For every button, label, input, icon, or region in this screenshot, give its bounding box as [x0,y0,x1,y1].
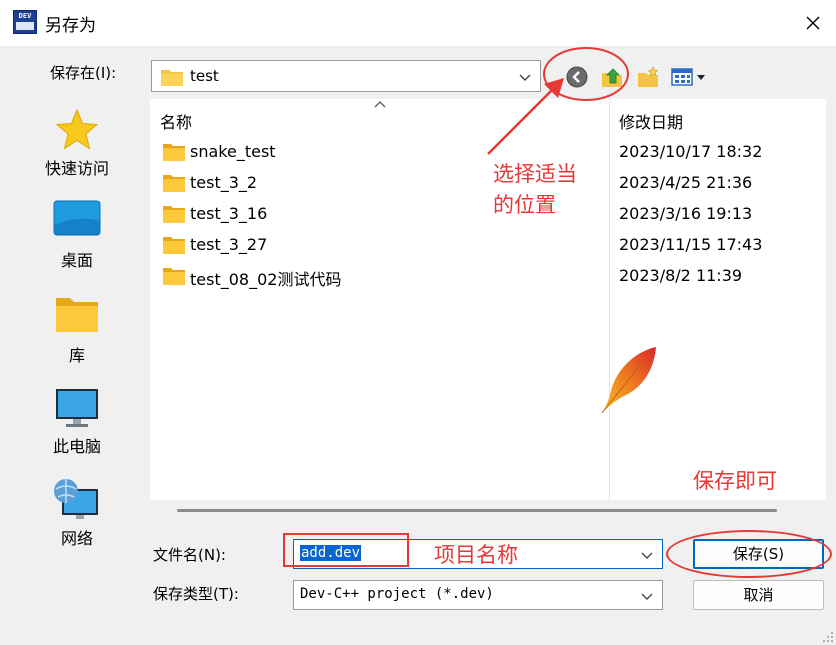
place-label: 此电脑 [52,437,101,456]
devcpp-app-icon: DEV [13,10,37,34]
title-bar: DEV 另存为 [0,0,836,46]
column-header-date[interactable]: 修改日期 [619,109,683,133]
list-item[interactable]: test_3_16 2023/3/16 19:13 [160,201,810,229]
column-header-name[interactable]: 名称 [160,109,192,133]
chevron-down-icon [641,593,653,600]
file-name: test_3_27 [190,235,268,254]
filename-label: 文件名(N): [153,546,226,564]
save-in-label: 保存在(I): [50,64,117,82]
file-date: 2023/4/25 21:36 [619,173,753,192]
folder-icon [163,144,185,161]
list-item[interactable]: test_08_02测试代码 2023/8/2 11:39 [160,263,810,291]
cancel-button[interactable]: 取消 [693,580,824,610]
computer-icon [56,389,98,427]
view-menu-button[interactable] [668,63,712,91]
new-folder-icon [638,66,659,87]
star-icon [55,108,99,150]
annotation-box-filename [283,533,409,567]
place-network[interactable]: 网络 [7,477,147,553]
annotation-save-hint: 保存即可 [693,469,777,493]
file-date: 2023/10/17 18:32 [619,142,763,161]
resize-grip-icon[interactable] [822,631,834,643]
chevron-down-icon [641,552,653,559]
annotation-project-name: 项目名称 [434,543,518,567]
close-icon [806,16,820,30]
place-quick-access[interactable]: 快速访问 [7,107,147,183]
folder-icon [161,70,183,86]
place-label: 网络 [60,529,93,548]
file-date: 2023/8/2 11:39 [619,266,743,285]
filetype-label: 保存类型(T): [153,585,239,603]
place-library[interactable]: 库 [7,294,147,370]
file-date: 2023/11/15 17:43 [619,235,763,254]
horizontal-scrollbar[interactable] [150,500,826,522]
library-folder-icon [56,298,98,332]
new-folder-button[interactable] [634,63,662,91]
window-title: 另存为 [45,16,96,36]
folder-icon [163,268,185,285]
place-label: 库 [68,346,85,365]
folder-icon [163,237,185,254]
place-label: 桌面 [60,251,93,270]
current-folder-text: test [190,67,219,85]
view-menu-icon [671,68,705,86]
network-icon [54,479,98,519]
file-name: test_08_02测试代码 [190,270,342,289]
sort-ascending-icon [374,101,386,108]
file-name: snake_test [190,142,276,161]
place-this-pc[interactable]: 此电脑 [7,387,147,463]
folder-icon [163,206,185,223]
file-name: test_3_16 [190,204,268,223]
feather-logo-icon [601,347,656,414]
filetype-select[interactable]: Dev-C++ project (*.dev) [293,580,663,610]
desktop-icon [53,200,101,236]
place-label: 快速访问 [44,159,109,178]
place-desktop[interactable]: 桌面 [7,199,147,275]
scrollbar-thumb[interactable] [177,509,777,512]
list-item[interactable]: test_3_27 2023/11/15 17:43 [160,232,810,260]
annotation-location-line1: 选择适当 [493,162,577,186]
places-bar: 快速访问 桌面 库 此电脑 网络 [7,99,147,631]
file-date: 2023/3/16 19:13 [619,204,753,223]
folder-icon [163,175,185,192]
file-name: test_3_2 [190,173,258,192]
filetype-value: Dev-C++ project (*.dev) [300,586,494,602]
annotation-circle-save [666,530,832,578]
annotation-arrow [487,78,564,155]
list-item[interactable]: test_3_2 2023/4/25 21:36 [160,170,810,198]
annotation-location-line2: 的位置 [493,193,556,217]
close-button[interactable] [790,0,836,46]
app-icon-text: DEV [18,12,32,20]
